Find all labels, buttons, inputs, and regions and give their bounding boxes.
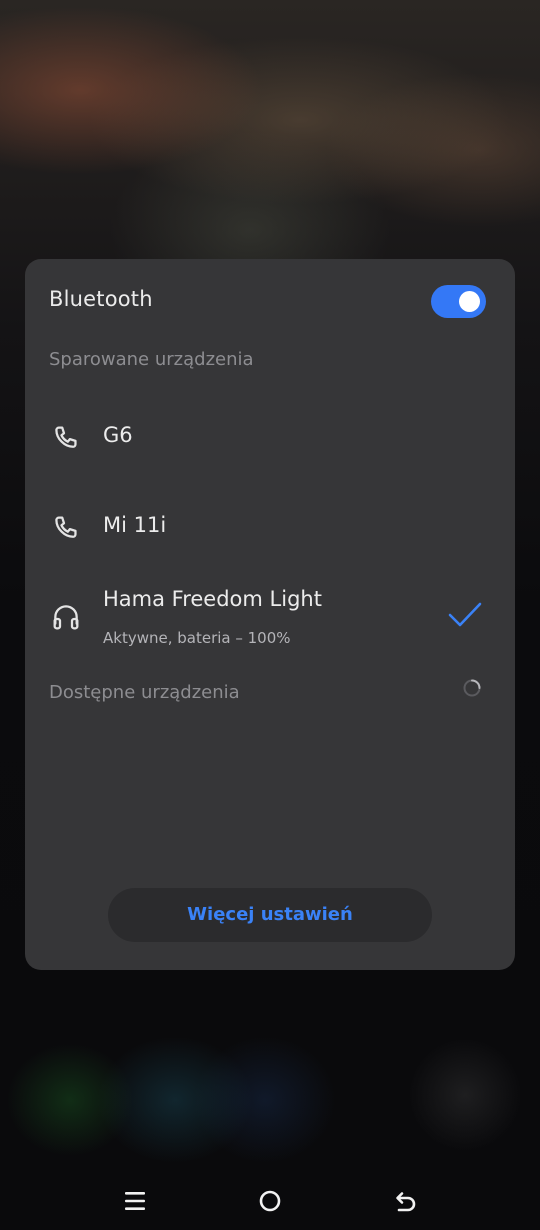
bluetooth-toggle[interactable] bbox=[431, 285, 486, 318]
more-settings-button[interactable]: Więcej ustawień bbox=[108, 888, 432, 942]
toggle-knob bbox=[459, 291, 480, 312]
device-status: Aktywne, bateria – 100% bbox=[103, 629, 291, 647]
device-item-g6[interactable]: G6 bbox=[25, 409, 515, 469]
phone-icon bbox=[55, 516, 77, 538]
device-name: Mi 11i bbox=[103, 513, 167, 537]
connected-check-icon bbox=[448, 602, 482, 627]
back-icon[interactable] bbox=[390, 1186, 420, 1216]
menu-icon[interactable] bbox=[120, 1186, 150, 1216]
device-item-hama-freedom-light[interactable]: Hama Freedom Light Aktywne, bateria – 10… bbox=[25, 579, 515, 659]
scanning-spinner-icon bbox=[463, 679, 481, 697]
device-name: Hama Freedom Light bbox=[103, 587, 322, 611]
navigation-bar bbox=[0, 1170, 540, 1230]
phone-icon bbox=[55, 426, 77, 448]
panel-title: Bluetooth bbox=[49, 287, 153, 311]
home-icon[interactable] bbox=[255, 1186, 285, 1216]
device-name: G6 bbox=[103, 423, 133, 447]
paired-devices-label: Sparowane urządzenia bbox=[49, 349, 254, 370]
bluetooth-panel: Bluetooth Sparowane urządzenia G6 Mi 11i… bbox=[25, 259, 515, 970]
device-item-mi-11i[interactable]: Mi 11i bbox=[25, 499, 515, 559]
available-devices-label: Dostępne urządzenia bbox=[49, 682, 240, 703]
headphones-icon bbox=[53, 605, 79, 630]
